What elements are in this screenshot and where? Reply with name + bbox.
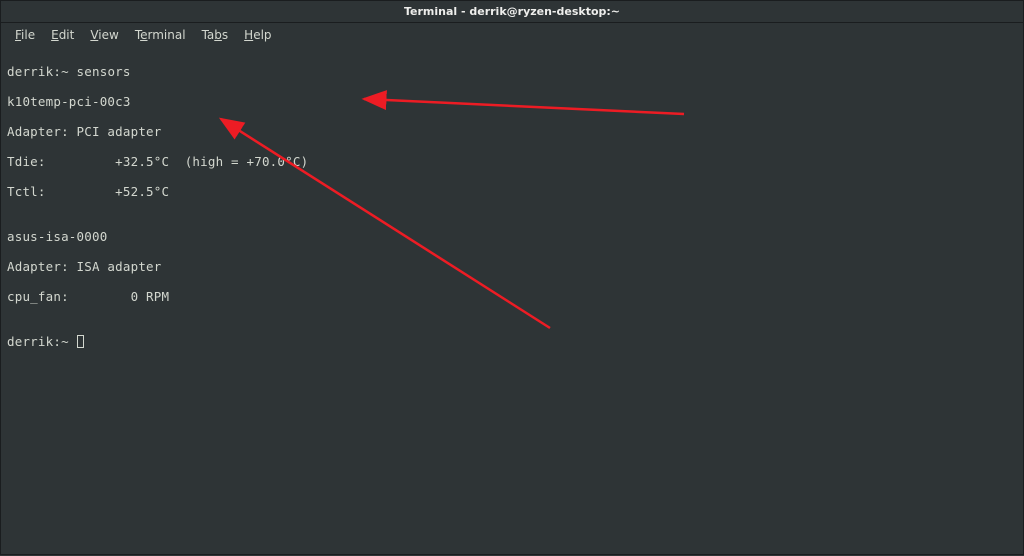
prompt-tilde: ~	[61, 334, 69, 349]
prompt-host: derrik:	[7, 334, 61, 349]
menu-tabs[interactable]: Tabs	[194, 25, 237, 45]
menu-help[interactable]: Help	[236, 25, 279, 45]
output-line: Adapter: ISA adapter	[7, 259, 1017, 274]
cursor	[77, 335, 84, 348]
window-title: Terminal - derrik@ryzen-desktop:~	[404, 5, 620, 18]
output-line: Tctl: +52.5°C	[7, 184, 1017, 199]
prompt-line-1: derrik:~ sensors	[7, 64, 1017, 79]
output-line: k10temp-pci-00c3	[7, 94, 1017, 109]
prompt-host: derrik:	[7, 64, 61, 79]
prompt-line-2: derrik:~	[7, 334, 1017, 349]
menubar: File Edit View Terminal Tabs Help	[1, 23, 1023, 47]
output-line: cpu_fan: 0 RPM	[7, 289, 1017, 304]
menu-view[interactable]: View	[82, 25, 126, 45]
menu-file[interactable]: File	[7, 25, 43, 45]
output-line: Tdie: +32.5°C (high = +70.0°C)	[7, 154, 1017, 169]
output-line: asus-isa-0000	[7, 229, 1017, 244]
command-text: sensors	[69, 64, 131, 79]
menu-edit[interactable]: Edit	[43, 25, 82, 45]
prompt-tilde: ~	[61, 64, 69, 79]
output-line: Adapter: PCI adapter	[7, 124, 1017, 139]
window-titlebar: Terminal - derrik@ryzen-desktop:~	[1, 1, 1023, 23]
terminal-output[interactable]: derrik:~ sensors k10temp-pci-00c3 Adapte…	[1, 47, 1023, 366]
menu-terminal[interactable]: Terminal	[127, 25, 194, 45]
